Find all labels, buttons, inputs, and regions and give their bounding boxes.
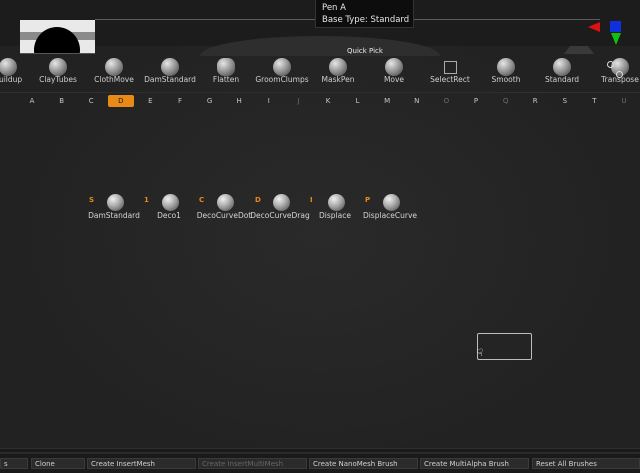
letter-filter-o[interactable]: O xyxy=(433,95,459,107)
shelf-brush-groomclumps[interactable]: GroomClumps xyxy=(252,54,312,89)
shelf-brush-label: ClayTubes xyxy=(39,75,77,84)
smooth-brush-icon xyxy=(497,58,515,76)
brush-hotkey: 1 xyxy=(144,196,149,204)
brush-tooltip: Pen A Base Type: Standard xyxy=(315,0,414,28)
deco1-brush-icon xyxy=(162,194,179,211)
letter-filter-u[interactable]: U xyxy=(611,95,637,107)
shelf-brush-label: Standard xyxy=(544,75,580,84)
maskpen-brush-icon xyxy=(329,58,347,76)
transpose-gizmo-icon xyxy=(604,58,623,78)
letter-filter-s[interactable]: S xyxy=(552,95,578,107)
brush-label: DisplaceCurve xyxy=(362,211,418,220)
brush-item-decocurvedrag[interactable]: D DecoCurveDrag xyxy=(250,194,310,222)
y-axis-icon xyxy=(611,33,621,45)
claytubes-brush-icon xyxy=(49,58,67,76)
bottom-button-create-insertmesh[interactable]: Create InsertMesh xyxy=(87,458,196,469)
letter-filter-k[interactable]: K xyxy=(315,95,341,107)
displacecurve-brush-icon xyxy=(383,194,400,211)
shelf-brush-label: Move xyxy=(383,75,405,84)
letter-filter-g[interactable]: G xyxy=(197,95,223,107)
shelf-brush-label: GroomClumps xyxy=(255,75,309,84)
shelf-brush-flatten[interactable]: Flatten xyxy=(196,54,256,89)
standard-brush-icon xyxy=(553,58,571,76)
brush-item-displacecurve[interactable]: P DisplaceCurve xyxy=(362,194,418,222)
clothmove-brush-icon xyxy=(105,58,123,76)
letter-filter-h[interactable]: H xyxy=(226,95,252,107)
brush-hotkey: S xyxy=(89,196,95,204)
damstandard-brush-icon xyxy=(161,58,179,76)
letter-filter-r[interactable]: R xyxy=(522,95,548,107)
shelf-brush-label: Flatten xyxy=(212,75,240,84)
shelf-brush-clothmove[interactable]: ClothMove xyxy=(84,54,144,89)
brush-item-decocurvedot[interactable]: C DecoCurveDot xyxy=(196,194,252,222)
letter-filter-n[interactable]: N xyxy=(404,95,430,107)
quick-pick-shelf: BuildupClayTubesClothMoveDamStandardFlat… xyxy=(0,54,640,89)
letter-filter-p[interactable]: P xyxy=(463,95,489,107)
groomclumps-brush-icon xyxy=(273,58,291,76)
bottom-divider xyxy=(0,452,640,454)
flatten-brush-icon xyxy=(217,58,235,76)
decocurvedrag-brush-icon xyxy=(273,194,290,211)
letter-filter-a[interactable]: A xyxy=(19,95,45,107)
letter-filter-m[interactable]: M xyxy=(374,95,400,107)
decocurvedot-brush-icon xyxy=(217,194,234,211)
letter-filter-b[interactable]: B xyxy=(49,95,75,107)
shelf-brush-label: DamStandard xyxy=(144,75,196,84)
shelf-brush-label: Smooth xyxy=(491,75,521,84)
shelf-brush-move[interactable]: Move xyxy=(364,54,424,89)
shelf-brush-label: MaskPen xyxy=(321,75,355,84)
bottom-button-create-nanomesh-brush[interactable]: Create NanoMesh Brush xyxy=(309,458,418,469)
bottom-button-create-insertmultimesh[interactable]: Create InsertMultiMesh xyxy=(198,458,307,469)
bottom-button-create-multialpha-brush[interactable]: Create MultiAlpha Brush xyxy=(420,458,529,469)
bottom-button-s[interactable]: s xyxy=(0,458,28,469)
letter-filter-f[interactable]: F xyxy=(167,95,193,107)
bottom-button-clone[interactable]: Clone xyxy=(31,458,85,469)
brush-picker-window: Pen A Base Type: Standard Quick Pick Bui… xyxy=(0,0,640,473)
buildup-brush-icon xyxy=(0,58,17,76)
alphabet-filter: ABCDEFGHIJKLMNOPQRSTU xyxy=(0,92,640,109)
shelf-brush-label: ClothMove xyxy=(94,75,134,84)
letter-filter-j[interactable]: J xyxy=(285,95,311,107)
brush-hotkey: D xyxy=(255,196,261,204)
shelf-brush-label: SelectRect xyxy=(430,75,470,84)
brush-item-displace[interactable]: I Displace xyxy=(307,194,363,222)
mouse-cursor-icon: ☟ xyxy=(477,348,484,359)
transpose-ring-icon xyxy=(616,71,623,78)
selection-rectangle xyxy=(477,333,532,360)
x-axis-icon xyxy=(588,22,600,32)
brush-item-deco1[interactable]: 1 Deco1 xyxy=(141,194,197,222)
brush-hotkey: P xyxy=(365,196,371,204)
shelf-brush-damstandard[interactable]: DamStandard xyxy=(140,54,200,89)
brush-item-damstandard[interactable]: S DamStandard xyxy=(86,194,142,222)
letter-filter-d[interactable]: D xyxy=(107,95,134,107)
letter-filter-e[interactable]: E xyxy=(137,95,163,107)
letter-filter-c[interactable]: C xyxy=(78,95,104,107)
shelf-brush-label: Transpose xyxy=(601,75,639,84)
tooltip-base-type: Base Type: Standard xyxy=(322,15,410,25)
shelf-brush-maskpen[interactable]: MaskPen xyxy=(308,54,368,89)
letter-filter-q[interactable]: Q xyxy=(493,95,519,107)
letter-filter-i[interactable]: I xyxy=(256,95,282,107)
z-axis-icon xyxy=(610,21,621,32)
move-brush-icon xyxy=(385,58,403,76)
brush-hotkey: I xyxy=(310,196,313,204)
shelf-brush-standard[interactable]: Standard xyxy=(532,54,592,89)
transpose-center-icon xyxy=(607,61,614,68)
bottom-button-reset-all-brushes[interactable]: Reset All Brushes xyxy=(532,458,640,469)
shelf-brush-smooth[interactable]: Smooth xyxy=(476,54,536,89)
shelf-brush-selectrect[interactable]: SelectRect xyxy=(420,54,480,89)
bottom-toolbar: s Clone Create InsertMesh Create InsertMult… xyxy=(0,448,640,473)
displace-brush-icon xyxy=(328,194,345,211)
selectrect-brush-icon xyxy=(444,61,457,74)
damstandard-brush-icon xyxy=(107,194,124,211)
brush-hotkey: C xyxy=(199,196,205,204)
shelf-brush-claytubes[interactable]: ClayTubes xyxy=(28,54,88,89)
letter-filter-l[interactable]: L xyxy=(345,95,371,107)
letter-filter-t[interactable]: T xyxy=(581,95,607,107)
tooltip-brush-name: Pen A xyxy=(322,3,346,13)
